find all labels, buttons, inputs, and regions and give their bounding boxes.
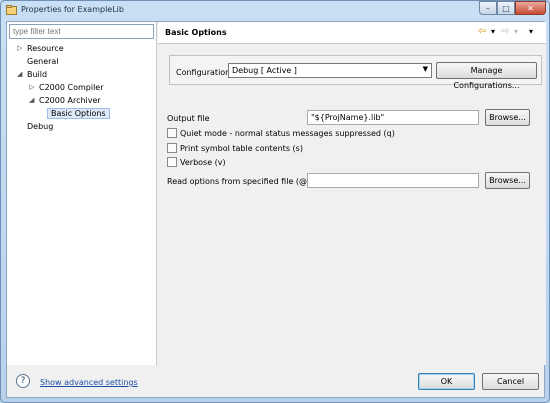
tree-item-label: C2000 Compiler <box>39 83 104 92</box>
tree-item-label: C2000 Archiver <box>39 96 101 105</box>
tree-item-label: Build <box>27 70 48 79</box>
minimize-button[interactable]: – <box>479 1 497 15</box>
dialog-client-area: ▷ Resource General ◢ Build ▷ C2000 Compi… <box>6 21 546 398</box>
ok-button[interactable]: OK <box>418 373 475 390</box>
output-file-browse-button[interactable]: Browse... <box>485 109 530 126</box>
configuration-select[interactable]: Debug [ Active ] ▼ <box>228 63 432 78</box>
tree-item-label: Basic Options <box>47 108 110 119</box>
maximize-button[interactable]: □ <box>497 1 515 15</box>
expanded-arrow-icon[interactable]: ◢ <box>29 94 34 107</box>
tree-item-label: Debug <box>27 122 54 131</box>
output-file-label: Output file <box>167 114 210 123</box>
navigation-pane: ▷ Resource General ◢ Build ▷ C2000 Compi… <box>7 22 157 365</box>
verbose-checkbox[interactable]: Verbose (v) <box>167 157 226 167</box>
page-navigation: ⇦ ▾ ⇨ ▾ ▾ <box>476 26 542 40</box>
collapsed-arrow-icon[interactable]: ▷ <box>29 81 34 94</box>
read-options-browse-button[interactable]: Browse... <box>485 172 530 189</box>
view-menu-icon[interactable]: ▾ <box>529 26 533 38</box>
configuration-value: Debug [ Active ] <box>232 66 297 75</box>
manage-configurations-button[interactable]: Manage Configurations... <box>436 62 537 90</box>
tree-item-basic-options[interactable]: Basic Options <box>47 107 110 120</box>
tree-item-label: General <box>27 57 59 66</box>
forward-history-dropdown-icon[interactable]: ▾ <box>514 26 518 38</box>
back-arrow-icon[interactable]: ⇦ <box>478 26 486 38</box>
checkbox-box[interactable] <box>167 157 177 167</box>
dialog-footer: ? Show advanced settings OK Cancel <box>7 365 544 397</box>
configuration-group: Configuration: Debug [ Active ] ▼ Manage… <box>169 55 542 90</box>
page-title: Basic Options <box>165 28 227 37</box>
checkbox-box[interactable] <box>167 143 177 153</box>
print-symbol-table-checkbox[interactable]: Print symbol table contents (s) <box>167 143 303 153</box>
page-header: Basic Options ⇦ ▾ ⇨ ▾ ▾ <box>158 22 546 44</box>
configuration-label: Configuration: <box>176 68 233 77</box>
read-options-field[interactable] <box>307 173 479 188</box>
back-history-dropdown-icon[interactable]: ▾ <box>491 26 495 38</box>
read-options-label: Read options from specified file (@) <box>167 177 311 186</box>
tree-item-label: Resource <box>27 44 64 53</box>
checkbox-label: Print symbol table contents (s) <box>180 143 303 153</box>
quiet-mode-checkbox[interactable]: Quiet mode - normal status messages supp… <box>167 128 395 138</box>
checkbox-box[interactable] <box>167 128 177 138</box>
filter-input[interactable] <box>9 24 154 39</box>
property-page: Basic Options ⇦ ▾ ⇨ ▾ ▾ Configuration: D… <box>158 22 546 365</box>
app-icon <box>6 5 17 15</box>
expanded-arrow-icon[interactable]: ◢ <box>17 68 22 81</box>
tree-item-general[interactable]: General <box>27 55 59 68</box>
properties-window: Properties for ExampleLib – □ ✕ ▷ Resour… <box>0 0 550 403</box>
help-icon[interactable]: ? <box>16 374 30 388</box>
cancel-button[interactable]: Cancel <box>482 373 539 390</box>
close-button[interactable]: ✕ <box>515 1 546 15</box>
show-advanced-settings-link[interactable]: Show advanced settings <box>40 378 138 387</box>
collapsed-arrow-icon[interactable]: ▷ <box>17 42 22 55</box>
tree-item-debug[interactable]: Debug <box>27 120 53 133</box>
output-file-field[interactable]: "${ProjName}.lib" <box>307 110 479 125</box>
dropdown-arrow-icon[interactable]: ▼ <box>423 65 428 73</box>
window-title: Properties for ExampleLib <box>21 5 124 14</box>
forward-arrow-icon[interactable]: ⇨ <box>501 26 509 38</box>
checkbox-label: Verbose (v) <box>180 157 226 167</box>
checkbox-label: Quiet mode - normal status messages supp… <box>180 128 395 138</box>
title-bar[interactable]: Properties for ExampleLib – □ ✕ <box>1 1 549 19</box>
